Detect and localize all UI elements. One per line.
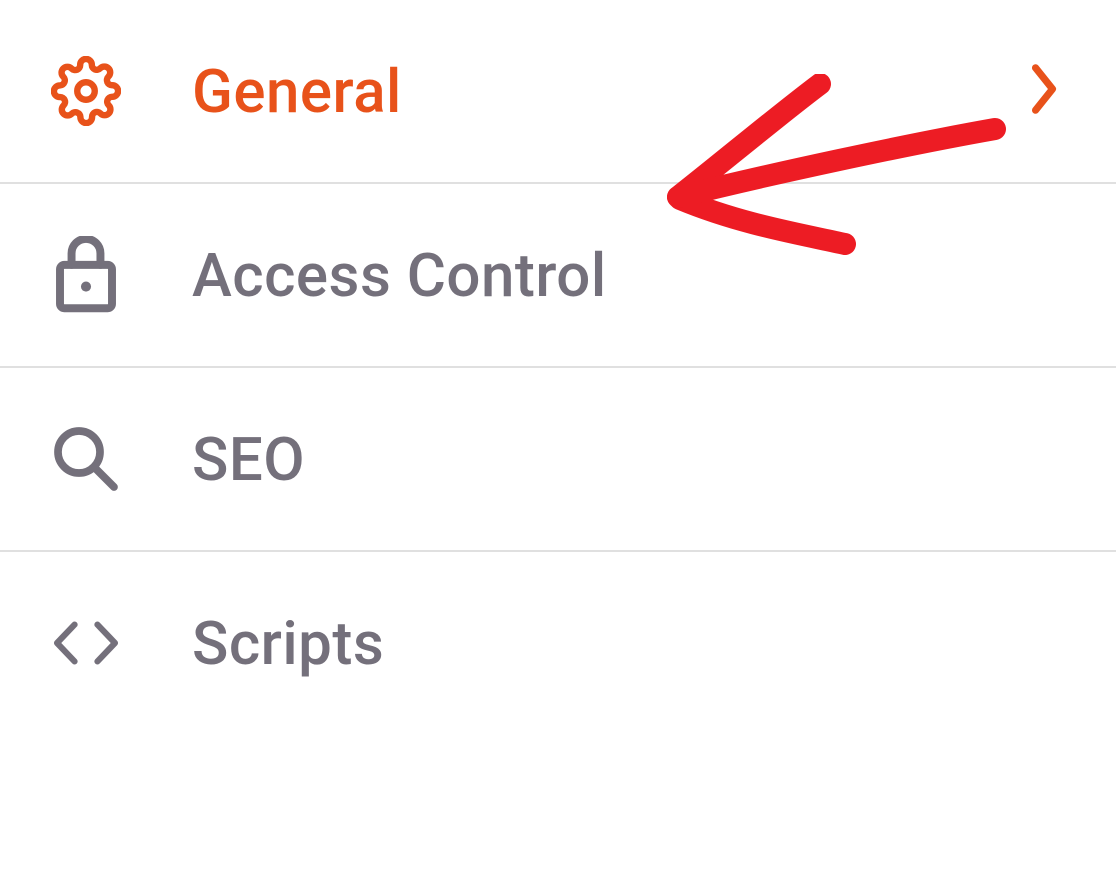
menu-item-general[interactable]: General: [0, 0, 1116, 184]
menu-item-seo[interactable]: SEO: [0, 368, 1116, 552]
gear-icon: [50, 55, 122, 127]
menu-item-label: Access Control: [192, 240, 607, 311]
menu-item-label: Scripts: [192, 608, 384, 679]
menu-item-label: General: [192, 56, 402, 127]
lock-icon: [50, 239, 122, 311]
menu-item-scripts[interactable]: Scripts: [0, 552, 1116, 734]
chevron-right-icon: [1027, 62, 1061, 120]
search-icon: [50, 423, 122, 495]
menu-item-access-control[interactable]: Access Control: [0, 184, 1116, 368]
settings-menu: General Access Control: [0, 0, 1116, 734]
menu-item-label: SEO: [192, 424, 305, 495]
code-icon: [50, 607, 122, 679]
